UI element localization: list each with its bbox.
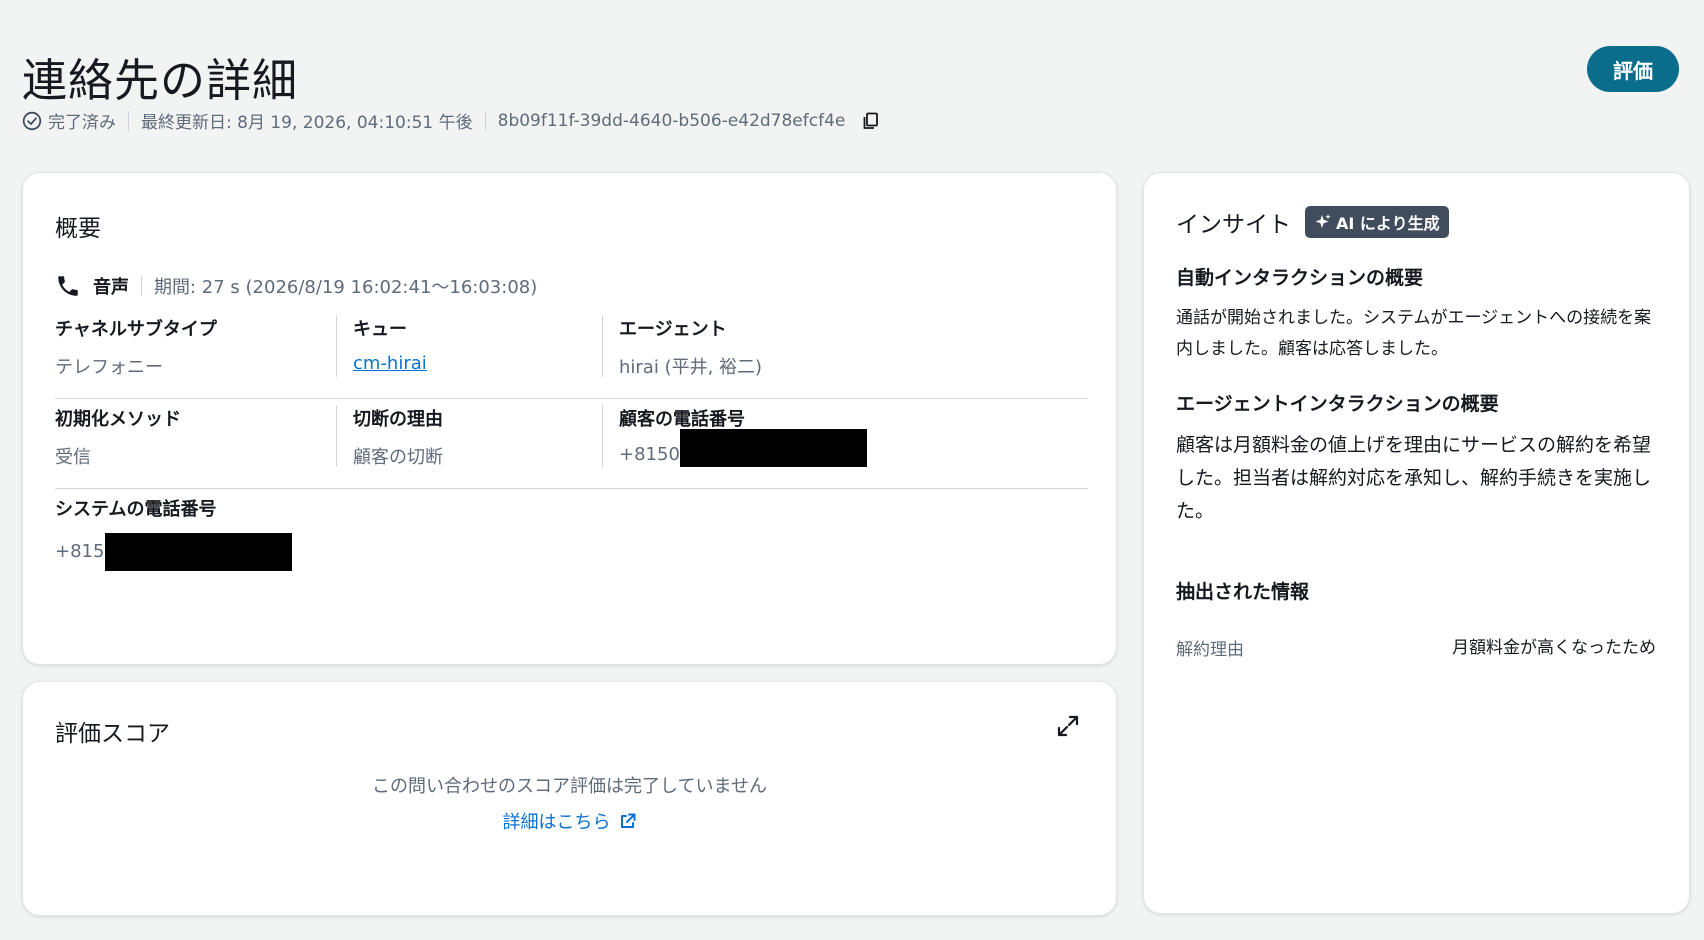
status-text: 完了済み xyxy=(48,113,116,133)
queue-field: キュー cm-hirai xyxy=(336,315,586,377)
channel-row: 音声 期間: 27 s (2026/8/19 16:02:41〜16:03:08… xyxy=(55,273,537,299)
phone-icon xyxy=(55,273,81,299)
learn-more-link[interactable]: 詳細はこちら xyxy=(23,808,1116,834)
field-label: チャネルサブタイプ xyxy=(55,319,217,340)
insights-card: インサイト AI により生成 自動インタラクションの概要 通話が開始されました。… xyxy=(1143,172,1690,914)
insights-header: インサイト AI により生成 xyxy=(1176,205,1449,239)
evaluate-button[interactable]: 評価 xyxy=(1587,46,1679,92)
divider xyxy=(484,110,486,131)
contact-id: 8b09f11f-39dd-4640-b506-e42d78efcf4e xyxy=(497,110,846,131)
agent-field: エージェント hirai (平井, 裕二) xyxy=(602,315,902,378)
meta-row: 完了済み 最終更新日: 8月 19, 2026, 04:10:51 午後 8b0… xyxy=(22,108,881,133)
ai-generated-badge: AI により生成 xyxy=(1305,206,1449,238)
page: 連絡先の詳細 完了済み 最終更新日: 8月 19, 2026, 04:10:51… xyxy=(0,0,1704,940)
field-value: 受信 xyxy=(55,447,91,468)
score-message: この問い合わせのスコア評価は完了していません xyxy=(372,776,767,797)
evaluation-score-card: 評価スコア この問い合わせのスコア評価は完了していません 詳細はこちら xyxy=(22,681,1117,916)
overview-card: 概要 音声 期間: 27 s (2026/8/19 16:02:41〜16:03… xyxy=(22,172,1117,665)
sparkle-icon xyxy=(1314,213,1332,231)
score-title: 評価スコア xyxy=(55,721,170,747)
overview-title: 概要 xyxy=(55,216,101,242)
overview-row-2: 初期化メソッド 受信 切断の理由 顧客の切断 顧客の電話番号 +8150 xyxy=(55,405,1088,485)
redaction-box xyxy=(105,533,293,571)
overview-row-3: システムの電話番号 +815( xyxy=(55,495,1088,575)
external-link-icon xyxy=(619,812,637,830)
auto-summary-heading: 自動インタラクションの概要 xyxy=(1176,267,1424,289)
field-value: テレフォニー xyxy=(55,357,163,378)
expand-icon[interactable] xyxy=(1056,714,1080,738)
queue-link[interactable]: cm-hirai xyxy=(353,353,586,374)
page-title: 連絡先の詳細 xyxy=(22,54,299,107)
learn-more-text: 詳細はこちら xyxy=(502,812,611,833)
field-label: 切断の理由 xyxy=(353,409,443,430)
divider xyxy=(141,276,142,296)
redaction-box xyxy=(679,429,867,467)
field-value: 顧客の切断 xyxy=(353,447,443,468)
divider xyxy=(128,110,129,131)
divider xyxy=(55,398,1088,399)
customer-phone-field: 顧客の電話番号 +8150 xyxy=(602,405,902,467)
extracted-info-heading: 抽出された情報 xyxy=(1176,581,1310,603)
customer-phone-value: +8150 xyxy=(619,444,680,465)
system-phone-field: システムの電話番号 +815( xyxy=(55,495,305,571)
disconnect-reason-field: 切断の理由 顧客の切断 xyxy=(336,405,586,468)
field-label: システムの電話番号 xyxy=(55,499,217,520)
extracted-key: 解約理由 xyxy=(1176,640,1244,660)
field-label: エージェント xyxy=(619,319,727,340)
field-label: キュー xyxy=(353,319,407,340)
field-value: +815( xyxy=(55,533,305,571)
agent-summary-text: 顧客は月額料金の値上げを理由にサービスの解約を希望した。担当者は解約対応を承知し… xyxy=(1176,434,1652,522)
copy-icon[interactable] xyxy=(861,111,881,131)
last-updated: 最終更新日: 8月 19, 2026, 04:10:51 午後 xyxy=(141,113,473,133)
field-value: +8150 xyxy=(619,429,902,467)
duration: 期間: 27 s (2026/8/19 16:02:41〜16:03:08) xyxy=(154,277,538,298)
field-label: 初期化メソッド xyxy=(55,409,181,430)
agent-summary-heading: エージェントインタラクションの概要 xyxy=(1176,393,1499,415)
divider xyxy=(55,488,1088,489)
channel-type: 音声 xyxy=(93,277,129,298)
insights-title: インサイト xyxy=(1176,212,1291,238)
overview-row-1: チャネルサブタイプ テレフォニー キュー cm-hirai エージェント hir… xyxy=(55,315,1088,395)
system-phone-value: +815( xyxy=(55,541,112,562)
field-label: 顧客の電話番号 xyxy=(619,409,745,430)
badge-label: AI により生成 xyxy=(1336,214,1440,233)
field-value: hirai (平井, 裕二) xyxy=(619,357,763,378)
channel-subtype-field: チャネルサブタイプ テレフォニー xyxy=(55,315,305,378)
check-circle-icon xyxy=(22,111,42,131)
init-method-field: 初期化メソッド 受信 xyxy=(55,405,305,468)
auto-summary-text: 通話が開始されました。システムがエージェントへの接続を案内しました。顧客は応答し… xyxy=(1176,308,1652,359)
extracted-value: 月額料金が高くなったため xyxy=(1452,638,1656,658)
